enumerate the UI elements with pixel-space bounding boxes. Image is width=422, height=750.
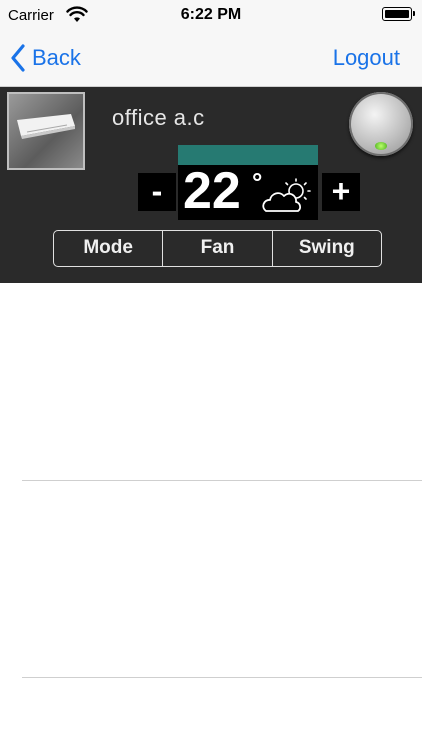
list-separator: [22, 480, 422, 481]
ac-unit-graphic: [17, 114, 75, 139]
back-button-label: Back: [32, 45, 81, 70]
temperature-value: 22: [183, 162, 241, 220]
mode-button[interactable]: Mode: [54, 231, 162, 266]
ac-control-panel: office a.c - 22 ° + Mode Fan Swing: [0, 87, 422, 283]
logout-button[interactable]: Logout: [333, 41, 400, 75]
navigation-bar: Back Logout: [0, 32, 422, 87]
temperature-display: 22 °: [178, 162, 318, 220]
fan-button[interactable]: Fan: [162, 231, 271, 266]
chevron-left-icon: [11, 44, 25, 72]
clock: 6:22 PM: [180, 6, 242, 23]
status-bar: Carrier 6:22 PM: [0, 0, 422, 32]
air-conditioner-icon: [7, 92, 85, 170]
partly-cloudy-icon: [262, 178, 311, 212]
ac-options-segmented-control: Mode Fan Swing: [53, 230, 382, 267]
decrease-temperature-button[interactable]: -: [138, 173, 176, 211]
power-indicator-led: [375, 142, 387, 150]
battery-icon: [382, 7, 415, 21]
list-separator: [22, 677, 422, 678]
back-button[interactable]: Back: [10, 41, 81, 75]
power-button[interactable]: [349, 92, 413, 156]
increase-temperature-button[interactable]: +: [322, 173, 360, 211]
swing-button[interactable]: Swing: [271, 231, 381, 266]
device-name: office a.c: [112, 105, 205, 130]
